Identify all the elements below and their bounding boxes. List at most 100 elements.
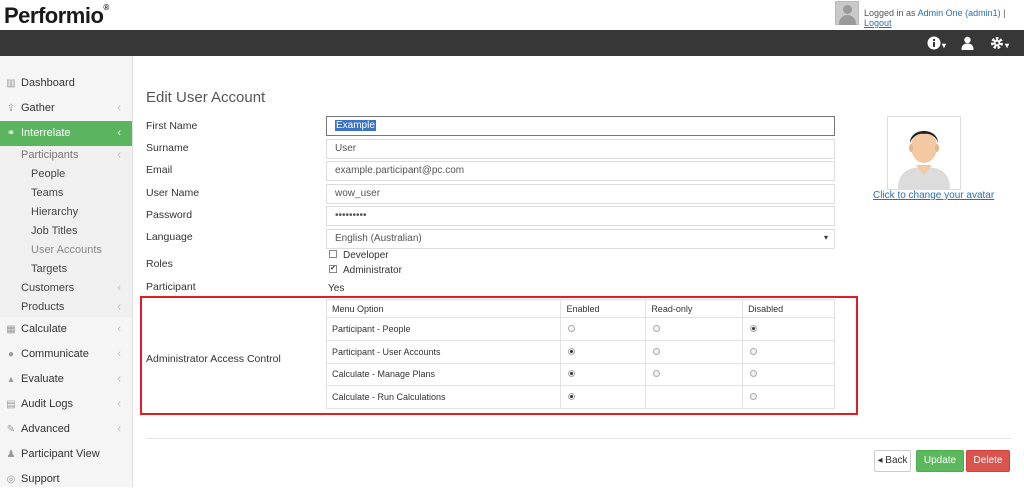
sidebar-item-dashboard[interactable]: ▥ Dashboard [0, 71, 132, 96]
table-header-row: Menu Option Enabled Read-only Disabled [325, 299, 835, 318]
readonly-radio[interactable] [653, 370, 661, 378]
role-developer-label: Developer [343, 250, 389, 261]
logout-link[interactable]: Logout [864, 18, 892, 28]
role-administrator-label: Administrator [343, 265, 402, 276]
sidebar-item-label: Gather [21, 102, 55, 114]
sidebar-item-label: User Accounts [31, 244, 102, 256]
sidebar-item-label: Interrelate [21, 127, 71, 139]
language-value: English (Australian) [335, 233, 422, 244]
surname-field[interactable]: User [326, 139, 835, 159]
file-icon: ▤ [6, 399, 16, 410]
participant-value: Yes [328, 283, 345, 294]
page-title: Edit User Account [146, 89, 266, 106]
column-header: Enabled [560, 299, 647, 318]
link-icon: ⚭ [6, 128, 16, 139]
chevron-left-icon: ‹ [117, 348, 121, 360]
disabled-radio[interactable] [750, 393, 758, 401]
sidebar-item-participant-view[interactable]: ♟ Participant View [0, 442, 132, 467]
sidebar-item-label: Customers [21, 282, 75, 294]
sidebar-item-people[interactable]: People [0, 165, 132, 184]
sidebar-item-products[interactable]: Products ‹ [0, 298, 132, 317]
role-developer-checkbox[interactable]: Developer [329, 250, 389, 261]
sidebar-item-customers[interactable]: Customers ‹ [0, 279, 132, 298]
access-control-table: Menu Option Enabled Read-only Disabled P… [325, 299, 835, 410]
first-name-value: Example [335, 120, 376, 131]
sidebar-item-label: Targets [31, 263, 68, 275]
thumbs-up-icon: ▴ [8, 374, 14, 385]
enabled-radio[interactable] [568, 370, 576, 378]
sidebar-item-label: Calculate [21, 323, 67, 335]
toolbar: ▾ ▾ [0, 30, 1024, 56]
chevron-left-icon: ‹ [117, 323, 121, 335]
chevron-left-icon: ‹ [117, 373, 121, 385]
sidebar: ▥ Dashboard ⇪ Gather ‹ ⚭ Interrelate ‹ Partic… [0, 56, 133, 487]
delete-button[interactable]: Delete [966, 450, 1010, 472]
sidebar-item-label: Products [21, 301, 65, 313]
sidebar-item-communicate[interactable]: ● Communicate ‹ [0, 342, 132, 367]
divider [146, 438, 1011, 439]
sidebar-item-job-titles[interactable]: Job Titles [0, 222, 132, 241]
sidebar-item-hierarchy[interactable]: Hierarchy [0, 203, 132, 222]
enabled-radio[interactable] [568, 324, 576, 332]
sidebar-item-label: Teams [31, 187, 64, 199]
change-avatar-link[interactable]: Click to change your avatar [873, 190, 994, 201]
back-button[interactable]: ◂ Back [874, 450, 911, 472]
comments-icon: ● [7, 349, 15, 360]
table-row: Calculate - Manage Plans [325, 362, 835, 387]
upload-icon: ⇪ [6, 103, 16, 114]
role-administrator-checkbox[interactable]: ✔ Administrator [329, 265, 402, 276]
sidebar-item-evaluate[interactable]: ▴ Evaluate ‹ [0, 367, 132, 392]
email-label: Email [146, 164, 173, 176]
disabled-radio[interactable] [750, 370, 758, 378]
table-row: Participant - User Accounts [325, 339, 835, 364]
readonly-radio[interactable] [653, 324, 661, 332]
avatar[interactable] [887, 116, 961, 190]
info-icon[interactable]: ▾ [927, 35, 946, 51]
chevron-left-icon: ‹ [117, 149, 121, 161]
chevron-left-icon: ‹ [117, 102, 121, 114]
disabled-radio[interactable] [750, 324, 758, 332]
sidebar-item-support[interactable]: ◎ Support [0, 467, 132, 492]
readonly-radio[interactable] [653, 347, 661, 355]
update-button[interactable]: Update [916, 450, 964, 472]
logo: Performio® [4, 3, 109, 28]
sidebar-item-label: People [31, 168, 66, 180]
enabled-radio[interactable] [568, 393, 576, 401]
enabled-radio[interactable] [568, 347, 576, 355]
chevron-left-icon: ‹ [117, 301, 121, 313]
user-icon: ♟ [6, 449, 16, 460]
person-avatar-icon [898, 131, 950, 189]
sidebar-item-audit-logs[interactable]: ▤ Audit Logs ‹ [0, 392, 132, 417]
sidebar-item-interrelate[interactable]: ⚭ Interrelate ‹ [0, 121, 132, 146]
sidebar-item-calculate[interactable]: ▦ Calculate ‹ [0, 317, 132, 342]
user-icon[interactable] [961, 35, 974, 51]
language-select[interactable]: English (Australian) ▾ [326, 229, 835, 249]
chevron-left-icon: ‹ [117, 282, 121, 294]
gear-icon[interactable]: ▾ [990, 35, 1009, 51]
user-avatar-thumbnail[interactable] [835, 1, 859, 25]
sidebar-item-advanced[interactable]: ✎ Advanced ‹ [0, 417, 132, 442]
first-name-field[interactable]: Example [326, 116, 835, 136]
menu-option-cell: Participant - User Accounts [325, 339, 562, 364]
table-row: Calculate - Run Calculations [325, 385, 835, 410]
sidebar-item-label: Participant View [21, 448, 100, 460]
participant-label: Participant [146, 281, 196, 293]
sidebar-item-teams[interactable]: Teams [0, 184, 132, 203]
email-field[interactable]: example.participant@pc.com [326, 161, 835, 181]
sidebar-item-label: Job Titles [31, 225, 78, 237]
sidebar-item-gather[interactable]: ⇪ Gather ‹ [0, 96, 132, 121]
logged-in-prefix: Logged in as [864, 8, 916, 18]
password-field[interactable]: ••••••••• [326, 206, 835, 226]
password-label: Password [146, 209, 193, 221]
sidebar-item-user-accounts[interactable]: User Accounts [0, 241, 132, 260]
language-label: Language [146, 231, 193, 243]
sidebar-item-label: Hierarchy [31, 206, 79, 218]
support-icon: ◎ [6, 474, 16, 485]
checkbox-unchecked[interactable] [329, 250, 337, 259]
username-field[interactable]: wow_user [326, 184, 835, 204]
sidebar-item-targets[interactable]: Targets [0, 260, 132, 279]
current-user-link[interactable]: Admin One (admin1) [918, 8, 1001, 18]
disabled-radio[interactable] [750, 347, 758, 355]
checkbox-checked[interactable]: ✔ [329, 265, 337, 274]
sidebar-item-participants[interactable]: Participants ‹ [0, 146, 132, 165]
